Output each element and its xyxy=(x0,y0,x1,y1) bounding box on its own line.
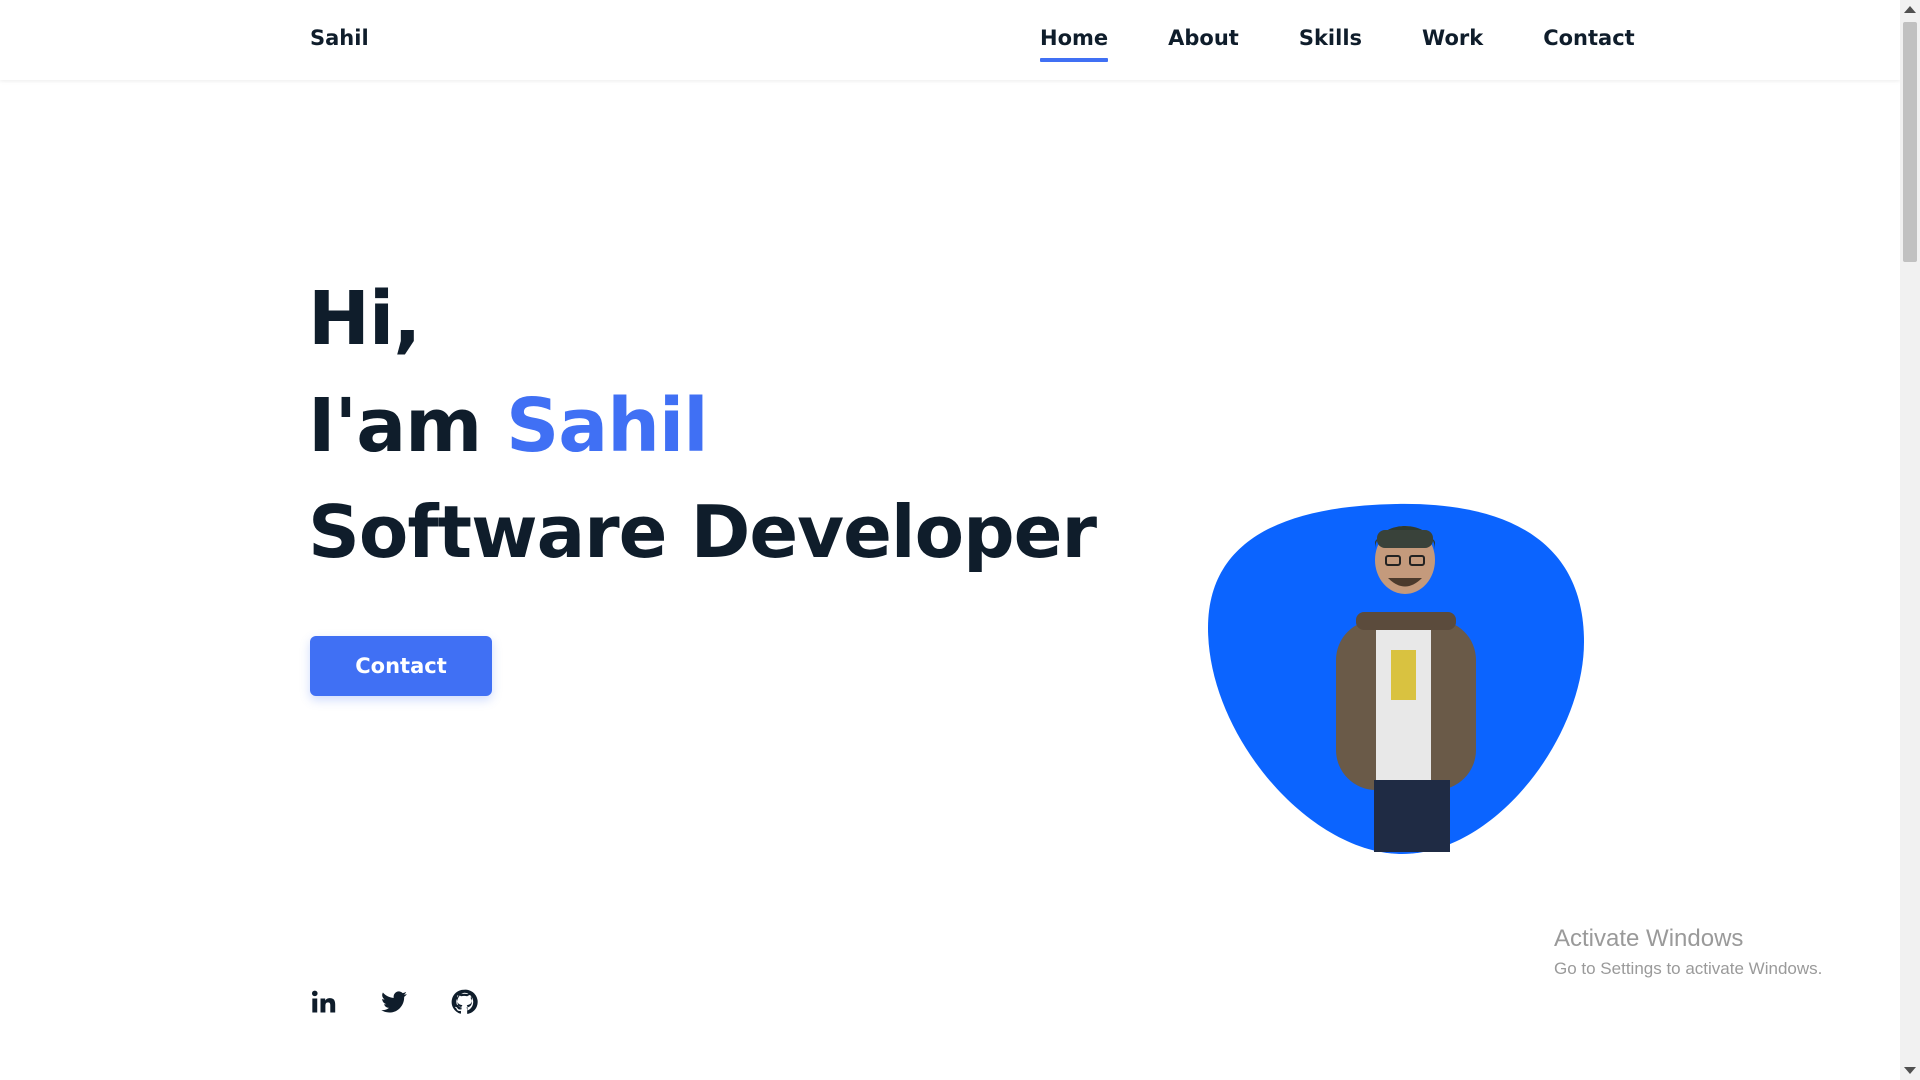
contact-button[interactable]: Contact xyxy=(310,636,492,696)
linkedin-icon[interactable] xyxy=(310,988,338,1016)
watermark-title: Activate Windows xyxy=(1554,925,1744,952)
windows-activation-watermark: Activate Windows Go to Settings to activ… xyxy=(1554,925,1822,979)
nav-skills[interactable]: Skills xyxy=(1299,26,1362,60)
hero-avatar-blob xyxy=(1206,500,1586,858)
scroll-thumb[interactable] xyxy=(1903,22,1917,262)
nav-work[interactable]: Work xyxy=(1422,26,1483,60)
nav-contact[interactable]: Contact xyxy=(1543,26,1635,60)
twitter-icon[interactable] xyxy=(380,988,408,1016)
main-nav: Home About Skills Work Contact xyxy=(1040,26,1695,62)
site-logo[interactable]: Sahil xyxy=(310,26,369,50)
hero-intro: I'am Sahil xyxy=(308,383,709,469)
github-icon[interactable] xyxy=(450,988,478,1016)
scroll-down-icon[interactable] xyxy=(1904,1067,1916,1074)
hero-role: Software Developer xyxy=(308,490,1097,574)
watermark-subtitle: Go to Settings to activate Windows. xyxy=(1554,959,1823,978)
scroll-up-icon[interactable] xyxy=(1904,6,1916,13)
hero-name: Sahil xyxy=(506,383,709,469)
hero-intro-prefix: I'am xyxy=(308,383,506,469)
social-links xyxy=(310,988,520,1016)
vertical-scrollbar[interactable] xyxy=(1900,0,1920,1080)
nav-home[interactable]: Home xyxy=(1040,26,1109,62)
site-header: Sahil Home About Skills Work Contact xyxy=(0,0,1900,80)
nav-about[interactable]: About xyxy=(1168,26,1239,60)
hero-greeting: Hi, xyxy=(308,276,421,362)
